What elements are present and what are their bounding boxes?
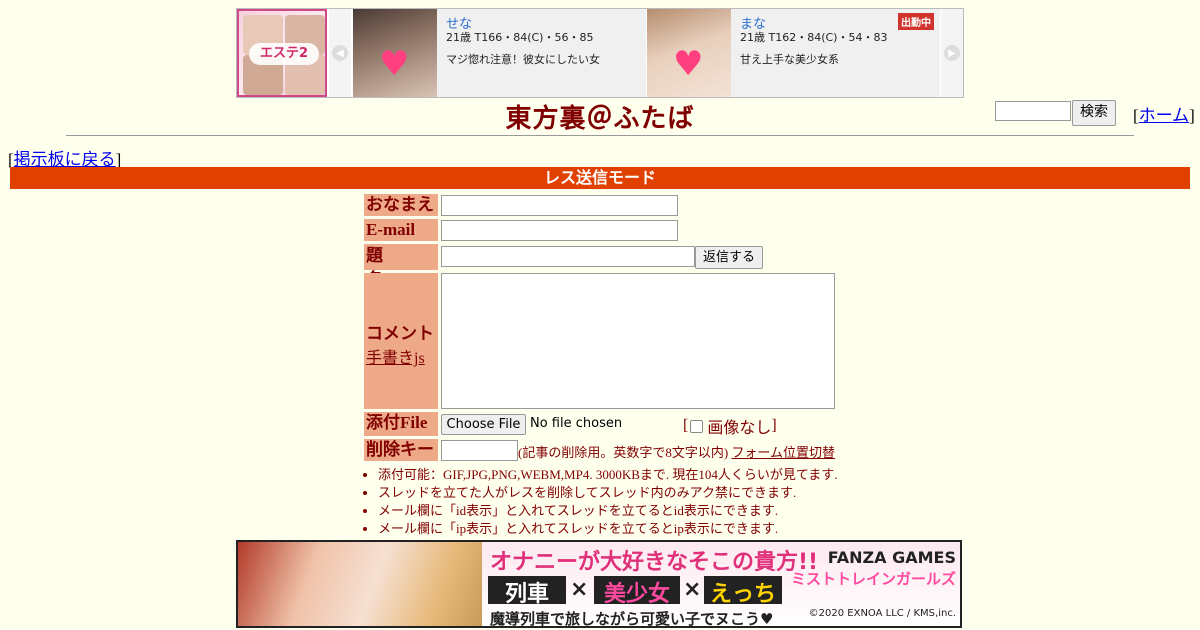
heart-icon: ♥ [673, 44, 704, 84]
status-badge: 出勤中 [898, 13, 934, 30]
list-item: メール欄に「ip表示」と入れてスレッドを立てるとip表示にできます. [378, 520, 837, 538]
banner-illustration [238, 542, 482, 626]
form-position-toggle-link[interactable]: フォーム位置切替 [731, 445, 835, 460]
banner-copyright: ©2020 EXNOA LLC / KMS,inc. [808, 608, 956, 619]
shop-logo-ad[interactable]: エステ2 [237, 9, 327, 97]
profile-spec: 21歳 T162・84(C)・54・83 [740, 31, 888, 44]
handwriting-link[interactable]: 手書きjs [366, 350, 425, 367]
home-link[interactable]: ホーム [1139, 106, 1190, 125]
banner-keyword: えっち [704, 576, 782, 607]
banner-headline: オナニーが大好きなそこの貴方!! [490, 550, 819, 575]
banner-game-title: ミストトレインガールズ [790, 570, 956, 588]
profile-catchphrase: マジ惚れ注意！彼女にしたい女 [446, 53, 600, 66]
email-label: E-mail [364, 219, 438, 241]
delete-key-label: 削除キー [364, 439, 438, 461]
subject-input[interactable] [441, 246, 695, 267]
no-image-label: 画像なし [707, 420, 772, 437]
heart-icon: ♥ [379, 44, 410, 84]
bottom-banner-ad[interactable]: オナニーが大好きなそこの貴方!! FANZA GAMES ミストトレインガールズ… [236, 540, 962, 628]
carousel-prev-button[interactable]: ◀ [329, 9, 351, 97]
search-button[interactable]: 検索 [1072, 100, 1116, 126]
subject-label: 題 名 [364, 244, 438, 289]
top-ad-carousel[interactable]: エステ2 ◀ ♥ せな 21歳 T166・84(C)・56・85 マジ惚れ注意！… [236, 8, 964, 98]
ad-card[interactable]: ♥ せな 21歳 T166・84(C)・56・85 マジ惚れ注意！彼女にしたい女 [353, 9, 646, 97]
no-image-checkbox[interactable] [690, 419, 704, 433]
home-link-wrap: [ホーム] [1133, 106, 1195, 125]
times-sign: × [570, 577, 589, 602]
delete-key-help: (記事の削除用。英数字で8文字以内) [518, 445, 729, 460]
search-input[interactable] [995, 101, 1071, 121]
posting-notes: 添付可能：GIF,JPG,PNG,WEBM,MP4. 3000KBまで. 現在1… [360, 466, 837, 538]
profile-catchphrase: 甘え上手な美少女系 [740, 53, 839, 66]
banner-keyword: 列車 [488, 576, 566, 607]
carousel-next-button[interactable]: ▶ [941, 9, 963, 97]
name-input[interactable] [441, 195, 678, 216]
reply-submit-button[interactable]: 返信する [695, 246, 763, 269]
file-status-text: No file chosen [530, 416, 623, 431]
profile-spec: 21歳 T166・84(C)・56・85 [446, 31, 594, 44]
times-sign: × [683, 577, 702, 602]
comment-label: コメント 手書きjs [364, 273, 438, 409]
shop-logo: エステ2 [249, 43, 319, 65]
email-input[interactable] [441, 220, 678, 241]
profile-photo: ♥ [353, 9, 437, 97]
divider [66, 135, 1134, 136]
name-label: おなまえ [364, 194, 438, 216]
reply-mode-bar: レス送信モード [10, 167, 1190, 189]
ad-card[interactable]: ♥ まな 出勤中 21歳 T162・84(C)・54・83 甘え上手な美少女系 [647, 9, 940, 97]
choose-file-button[interactable]: Choose File [441, 414, 526, 435]
banner-keyword: 美少女 [594, 576, 680, 607]
chevron-left-icon: ◀ [332, 45, 348, 61]
banner-brand: FANZA GAMES [827, 548, 956, 567]
file-label: 添付File [364, 412, 438, 436]
chevron-right-icon: ▶ [944, 45, 960, 61]
banner-text-area: オナニーが大好きなそこの貴方!! FANZA GAMES ミストトレインガールズ… [482, 542, 960, 628]
list-item: 添付可能：GIF,JPG,PNG,WEBM,MP4. 3000KBまで. 現在1… [378, 466, 837, 484]
banner-tagline: 魔導列車で旅しながら可愛い子でヌこう♥ [490, 610, 774, 628]
no-image-option: [画像なし] [683, 414, 777, 438]
delete-key-note: (記事の削除用。英数字で8文字以内) フォーム位置切替 [518, 442, 835, 461]
comment-label-text: コメント [366, 324, 434, 343]
profile-photo: ♥ [647, 9, 731, 97]
delete-key-input[interactable] [441, 440, 518, 461]
list-item: スレッドを立てた人がレスを削除してスレッド内のみアク禁にできます. [378, 484, 837, 502]
list-item: メール欄に「id表示」と入れてスレッドを立てるとid表示にできます. [378, 502, 837, 520]
comment-textarea[interactable] [441, 273, 835, 409]
